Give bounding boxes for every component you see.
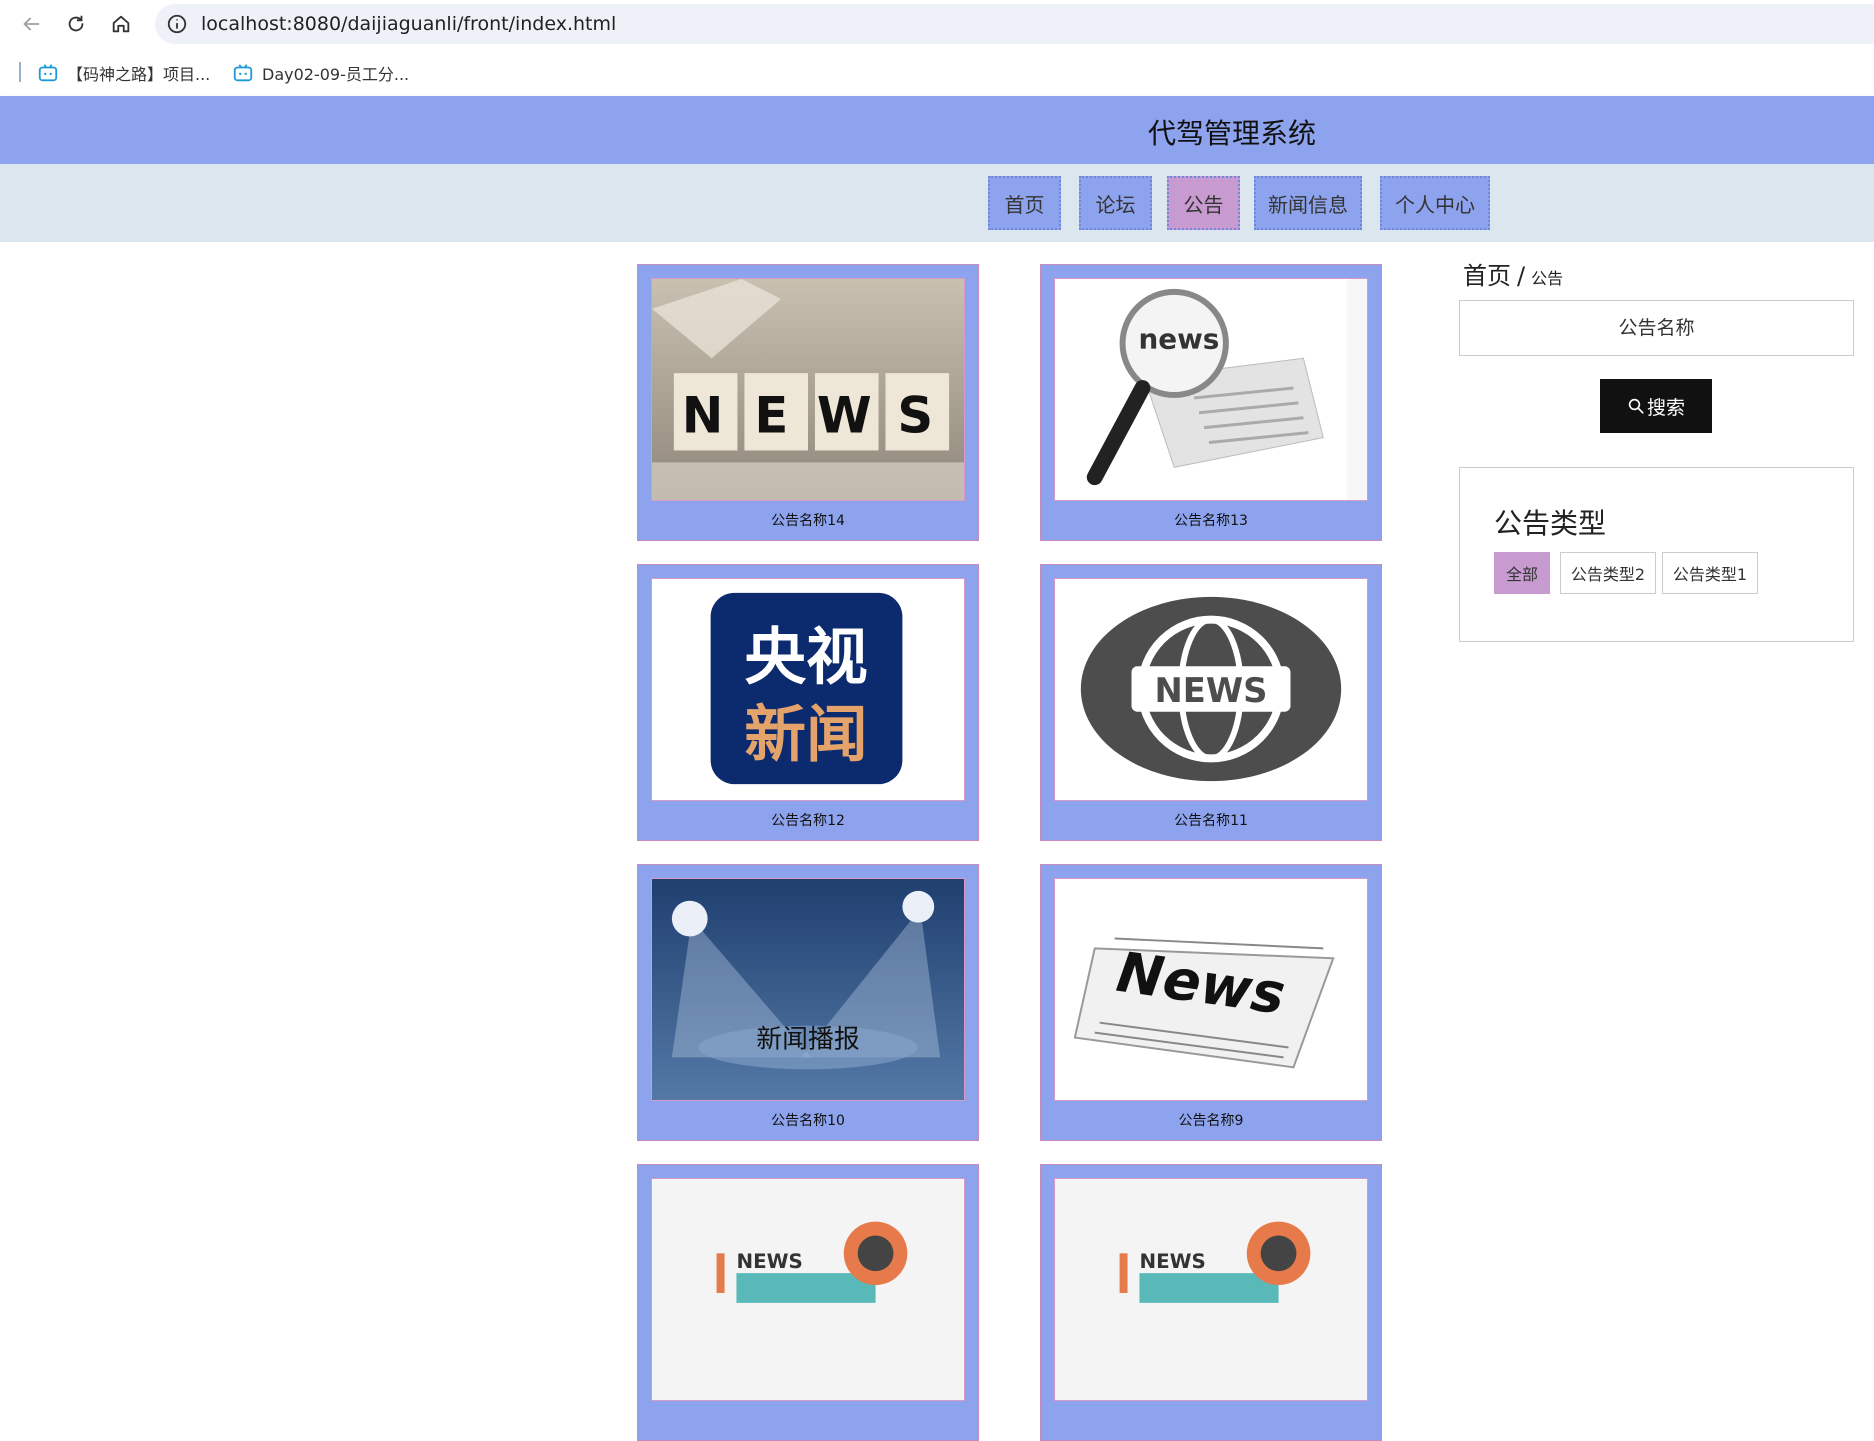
notice-name: 公告名称13 — [1174, 513, 1248, 529]
globe-news-text: NEWS — [1155, 671, 1268, 710]
menu-item-forum[interactable]: 论坛 — [1079, 176, 1152, 230]
notice-card[interactable]: 央视 新闻 公告名称12 — [637, 564, 979, 841]
bookmark-item[interactable]: 【码神之路】项目... — [37, 61, 210, 85]
bilibili-icon — [38, 64, 58, 82]
svg-text:NEWS: NEWS — [1139, 1250, 1205, 1273]
svg-text:S: S — [897, 387, 933, 445]
spotlight-caption: 新闻播报 — [756, 1025, 859, 1055]
notice-image-globe-news[interactable]: NEWS — [1054, 578, 1368, 801]
notice-name: 公告名称14 — [771, 513, 845, 529]
notice-image-news-dice[interactable]: N E W S — [651, 278, 965, 501]
breadcrumb-current: 公告 — [1531, 269, 1564, 288]
notice-name-search-input[interactable] — [1459, 300, 1854, 356]
bookmarks-divider — [19, 62, 21, 82]
home-icon[interactable] — [107, 10, 135, 38]
type-tag-1[interactable]: 公告类型1 — [1662, 552, 1758, 594]
main-menu: 首页 论坛 公告 新闻信息 个人中心 — [0, 164, 1874, 242]
notice-type-title: 公告类型 — [1494, 507, 1607, 540]
search-button[interactable]: 搜索 — [1600, 379, 1712, 433]
menu-item-news[interactable]: 新闻信息 — [1254, 176, 1362, 230]
breadcrumb: 首页 / 公告 — [1463, 256, 1563, 291]
svg-text:NEWS: NEWS — [736, 1250, 802, 1273]
search-button-label: 搜索 — [1646, 396, 1685, 419]
back-icon[interactable] — [17, 10, 45, 38]
bilibili-icon — [233, 64, 253, 82]
url-field[interactable]: localhost:8080/daijiaguanli/front/index.… — [155, 4, 1874, 44]
menu-item-personal-center[interactable]: 个人中心 — [1380, 176, 1490, 230]
search-icon — [1628, 398, 1644, 414]
breadcrumb-separator: / — [1517, 262, 1526, 290]
bookmark-item[interactable]: Day02-09-员工分... — [232, 61, 409, 85]
notice-name: 公告名称12 — [771, 813, 845, 829]
type-tag-2[interactable]: 公告类型2 — [1560, 552, 1656, 594]
notice-image-spotlight[interactable]: 新闻播报 — [651, 878, 965, 1101]
notice-name: 公告名称9 — [1178, 1113, 1244, 1129]
url-text: localhost:8080/daijiaguanli/front/index.… — [201, 13, 617, 35]
notice-name: 公告名称11 — [1174, 813, 1248, 829]
svg-text:E: E — [754, 387, 788, 445]
notice-type-panel: 公告类型 全部 公告类型2 公告类型1 — [1459, 467, 1854, 642]
notice-card[interactable]: NEWS 公告名称11 — [1040, 564, 1382, 841]
notice-image-newspaper[interactable]: News — [1054, 878, 1368, 1101]
site-info-icon[interactable] — [165, 12, 189, 36]
notice-card[interactable]: 新闻播报 公告名称10 — [637, 864, 979, 1141]
svg-text:N: N — [682, 387, 724, 445]
cctv-logo-text-top: 央视 — [744, 621, 867, 693]
notice-image-magnifier[interactable]: news — [1054, 278, 1368, 501]
bookmark-label: Day02-09-员工分... — [262, 65, 410, 84]
menu-item-home[interactable]: 首页 — [988, 176, 1061, 230]
menu-item-notice[interactable]: 公告 — [1167, 176, 1240, 230]
breadcrumb-home[interactable]: 首页 — [1463, 256, 1511, 291]
cctv-logo-text-bottom: 新闻 — [744, 698, 867, 770]
notice-card[interactable]: NEWS — [637, 1164, 979, 1441]
site-header: 代驾管理系统 — [0, 96, 1874, 164]
notice-image-news-sign[interactable]: NEWS — [651, 1178, 965, 1401]
bookmarks-bar: 【码神之路】项目... Day02-09-员工分... — [0, 48, 1874, 96]
notice-name: 公告名称10 — [771, 1113, 845, 1129]
svg-text:W: W — [817, 387, 872, 445]
reload-icon[interactable] — [62, 10, 90, 38]
type-tag-all[interactable]: 全部 — [1494, 552, 1550, 594]
browser-address-bar: localhost:8080/daijiaguanli/front/index.… — [0, 0, 1874, 48]
notice-card[interactable]: NEWS — [1040, 1164, 1382, 1441]
svg-text:news: news — [1138, 322, 1219, 355]
notice-card[interactable]: N E W S 公告名称14 — [637, 264, 979, 541]
bookmark-label: 【码神之路】项目... — [67, 65, 211, 84]
notice-image-news-sign[interactable]: NEWS — [1054, 1178, 1368, 1401]
notice-image-cctv-logo[interactable]: 央视 新闻 — [651, 578, 965, 801]
site-title: 代驾管理系统 — [1148, 117, 1317, 150]
notice-card[interactable]: News 公告名称9 — [1040, 864, 1382, 1141]
notice-card[interactable]: news 公告名称13 — [1040, 264, 1382, 541]
